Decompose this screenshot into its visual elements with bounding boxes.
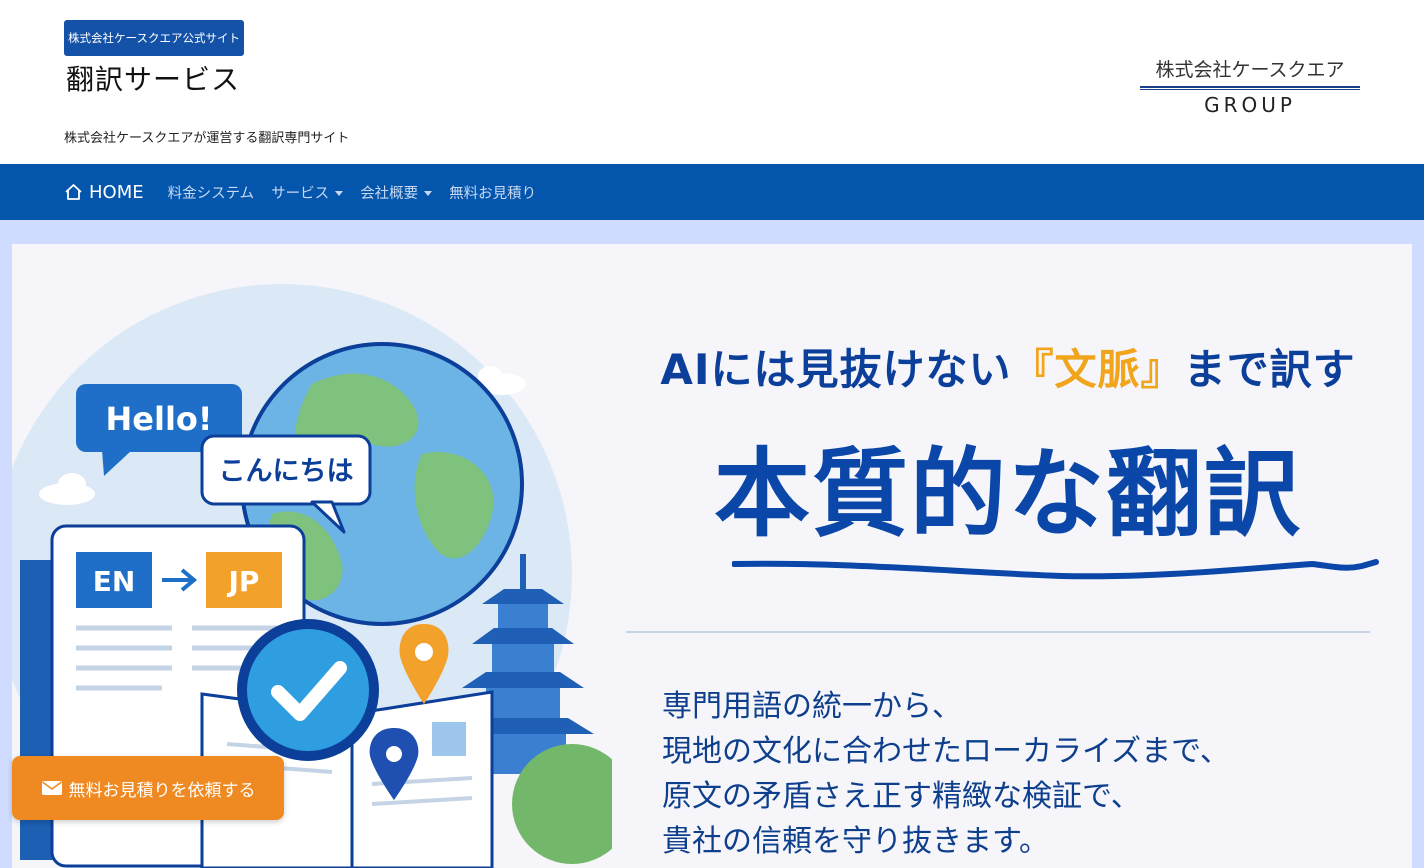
description-line: 原文の矛盾さえ正す精緻な検証で、: [662, 779, 1141, 814]
description-line: 現地の文化に合わせたローカライズまで、: [662, 734, 1230, 769]
headline-post: まで訳す: [1183, 345, 1356, 394]
group-logo-rule: [1140, 86, 1360, 90]
caret-down-icon: [335, 190, 344, 196]
hello-text: Hello!: [106, 400, 213, 438]
nav-item-company[interactable]: 会社概要: [360, 182, 433, 203]
nav-item-estimate[interactable]: 無料お見積り: [449, 182, 536, 203]
main-nav: HOME 料金システム サービス 会社概要 無料お見積り: [0, 164, 1424, 220]
nav-item-label: サービス: [271, 185, 330, 202]
headline-accent: 『文脈』: [1011, 345, 1184, 394]
site-tagline: 株式会社ケースクエアが運営する翻訳専門サイト: [64, 131, 350, 146]
request-estimate-label: 無料お見積りを依頼する: [68, 780, 256, 801]
hero-description: 専門用語の統一から、 現地の文化に合わせたローカライズまで、 原文の矛盾さえ正す…: [662, 684, 1230, 864]
konnichiwa-text: こんにちは: [219, 456, 354, 487]
lang-to-text: JP: [227, 565, 260, 598]
site-header: 株式会社ケースクエア公式サイト 翻訳サービス 株式会社ケースクエアが運営する翻訳…: [0, 0, 1424, 164]
nav-item-label: 無料お見積り: [449, 185, 537, 202]
site-title[interactable]: 翻訳サービス: [66, 58, 240, 98]
group-logo-name: 株式会社ケースクエア: [1155, 59, 1345, 81]
description-line: 貴社の信頼を守り抜きます。: [662, 824, 1049, 859]
caret-down-icon: [424, 190, 433, 196]
nav-item-services[interactable]: サービス: [271, 182, 344, 203]
hero-main-title: 本質的な翻訳: [714, 438, 1302, 550]
lang-from-text: EN: [93, 565, 136, 598]
description-line: 専門用語の統一から、: [662, 689, 962, 724]
nav-home-label: HOME: [89, 181, 144, 203]
brush-underline: [732, 559, 1379, 580]
check-magnifier-icon: [237, 619, 379, 761]
request-estimate-button[interactable]: 無料お見積りを依頼する: [12, 756, 284, 820]
nav-item-label: 会社概要: [360, 185, 419, 202]
group-logo-sub: GROUP: [1204, 93, 1296, 117]
group-logo[interactable]: 株式会社ケースクエア GROUP: [1140, 56, 1360, 117]
nav-item-pricing[interactable]: 料金システム: [168, 182, 255, 203]
nav-item-label: 料金システム: [167, 185, 255, 202]
mail-icon: [41, 781, 62, 795]
hero-divider: [626, 631, 1370, 633]
home-icon: [65, 184, 82, 200]
hero-headline: AIには見抜けない『文脈』まで訳す: [638, 336, 1378, 397]
official-site-badge[interactable]: 株式会社ケースクエア公式サイト: [64, 20, 244, 56]
headline-pre: AIには見抜けない: [660, 345, 1012, 394]
nav-home-link[interactable]: HOME: [64, 182, 144, 203]
